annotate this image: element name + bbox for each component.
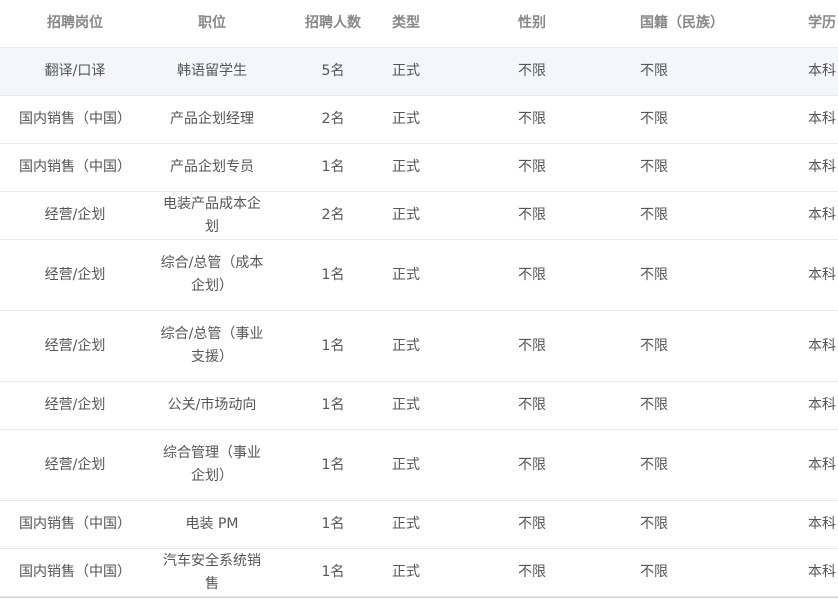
cell-gender: 不限 xyxy=(518,63,546,79)
recruitment-table: 招聘岗位 职位 招聘人数 类型 性别 国籍（民族） 学历 翻译/口译 韩语留学生… xyxy=(0,0,838,598)
cell-position: 经营/企划 xyxy=(44,266,106,283)
column-header-type: 类型 xyxy=(392,15,420,31)
cell-gender: 不限 xyxy=(518,266,546,283)
cell-nationality: 不限 xyxy=(640,207,668,223)
cell-count: 2名 xyxy=(321,207,345,223)
cell-position: 经营/企划 xyxy=(44,397,106,413)
cell-type: 正式 xyxy=(392,111,420,127)
cell-title: 电装 PM xyxy=(185,516,239,532)
table-row[interactable]: 经营/企划 公关/市场动向 1名 正式 不限 不限 本科 xyxy=(0,382,838,430)
cell-gender: 不限 xyxy=(518,516,546,532)
cell-type: 正式 xyxy=(392,266,420,283)
cell-type: 正式 xyxy=(392,456,420,473)
cell-title: 综合/总管（事业支援） xyxy=(160,326,264,365)
cell-gender: 不限 xyxy=(518,456,546,473)
cell-title: 电装产品成本企划 xyxy=(163,195,261,235)
cell-gender: 不限 xyxy=(518,111,546,127)
cell-gender: 不限 xyxy=(518,397,546,413)
cell-position: 经营/企划 xyxy=(44,337,106,354)
table-row[interactable]: 经营/企划 综合/总管（事业支援） 1名 正式 不限 不限 本科 xyxy=(0,311,838,382)
cell-type: 正式 xyxy=(392,516,420,532)
cell-position: 国内销售（中国） xyxy=(19,564,131,580)
cell-gender: 不限 xyxy=(518,564,546,580)
cell-gender: 不限 xyxy=(518,337,546,354)
cell-count: 1名 xyxy=(321,337,345,354)
column-header-position: 招聘岗位 xyxy=(47,15,103,31)
cell-education: 本科 xyxy=(808,337,836,354)
cell-gender: 不限 xyxy=(518,207,546,223)
cell-education: 本科 xyxy=(808,397,836,413)
cell-count: 1名 xyxy=(321,516,345,532)
column-header-title: 职位 xyxy=(198,15,226,31)
cell-nationality: 不限 xyxy=(640,337,668,354)
cell-education: 本科 xyxy=(808,456,836,473)
cell-count: 2名 xyxy=(321,111,345,127)
cell-type: 正式 xyxy=(392,63,420,79)
cell-position: 经营/企划 xyxy=(44,207,106,223)
cell-title: 公关/市场动向 xyxy=(167,397,257,413)
cell-education: 本科 xyxy=(808,564,836,580)
cell-nationality: 不限 xyxy=(640,63,668,79)
cell-education: 本科 xyxy=(808,266,836,283)
cell-title: 综合管理（事业企划） xyxy=(163,445,261,484)
cell-type: 正式 xyxy=(392,207,420,223)
cell-type: 正式 xyxy=(392,564,420,580)
cell-count: 1名 xyxy=(321,397,345,413)
cell-nationality: 不限 xyxy=(640,516,668,532)
cell-title: 综合/总管（成本企划） xyxy=(160,255,264,294)
cell-position: 国内销售（中国） xyxy=(19,111,131,127)
table-row[interactable]: 经营/企划 综合/总管（成本企划） 1名 正式 不限 不限 本科 xyxy=(0,240,838,311)
table-header: 招聘岗位 职位 招聘人数 类型 性别 国籍（民族） 学历 xyxy=(0,0,838,48)
cell-count: 1名 xyxy=(321,564,345,580)
column-header-education: 学历 xyxy=(808,15,836,31)
table-row[interactable]: 经营/企划 综合管理（事业企划） 1名 正式 不限 不限 本科 xyxy=(0,430,838,501)
cell-nationality: 不限 xyxy=(640,456,668,473)
table-row[interactable]: 国内销售（中国） 产品企划专员 1名 正式 不限 不限 本科 xyxy=(0,144,838,192)
cell-education: 本科 xyxy=(808,159,836,175)
cell-title: 韩语留学生 xyxy=(177,63,247,79)
cell-type: 正式 xyxy=(392,337,420,354)
cell-education: 本科 xyxy=(808,207,836,223)
cell-nationality: 不限 xyxy=(640,397,668,413)
cell-gender: 不限 xyxy=(518,159,546,175)
cell-position: 国内销售（中国） xyxy=(19,516,131,532)
cell-count: 5名 xyxy=(321,63,345,79)
table-row[interactable]: 国内销售（中国） 电装 PM 1名 正式 不限 不限 本科 xyxy=(0,501,838,549)
table-row[interactable]: 翻译/口译 韩语留学生 5名 正式 不限 不限 本科 xyxy=(0,48,838,96)
cell-type: 正式 xyxy=(392,397,420,413)
cell-position: 翻译/口译 xyxy=(44,63,106,79)
table-row[interactable]: 经营/企划 电装产品成本企划 2名 正式 不限 不限 本科 xyxy=(0,192,838,240)
cell-count: 1名 xyxy=(321,266,345,283)
cell-type: 正式 xyxy=(392,159,420,175)
cell-title: 产品企划经理 xyxy=(170,111,254,127)
cell-nationality: 不限 xyxy=(640,564,668,580)
cell-title: 产品企划专员 xyxy=(170,159,254,175)
cell-nationality: 不限 xyxy=(640,266,668,283)
cell-nationality: 不限 xyxy=(640,111,668,127)
table-row[interactable]: 国内销售（中国） 汽车安全系统销售 1名 正式 不限 不限 本科 xyxy=(0,549,838,597)
cell-education: 本科 xyxy=(808,63,836,79)
column-header-gender: 性别 xyxy=(518,15,546,31)
column-header-count: 招聘人数 xyxy=(305,15,361,31)
cell-education: 本科 xyxy=(808,111,836,127)
table-row[interactable]: 国内销售（中国） 产品企划经理 2名 正式 不限 不限 本科 xyxy=(0,96,838,144)
cell-position: 国内销售（中国） xyxy=(19,159,131,175)
cell-count: 1名 xyxy=(321,159,345,175)
cell-nationality: 不限 xyxy=(640,159,668,175)
cell-title: 汽车安全系统销售 xyxy=(163,552,261,592)
cell-position: 经营/企划 xyxy=(44,456,106,473)
cell-count: 1名 xyxy=(321,456,345,473)
column-header-nationality: 国籍（民族） xyxy=(640,15,724,31)
cell-education: 本科 xyxy=(808,516,836,532)
